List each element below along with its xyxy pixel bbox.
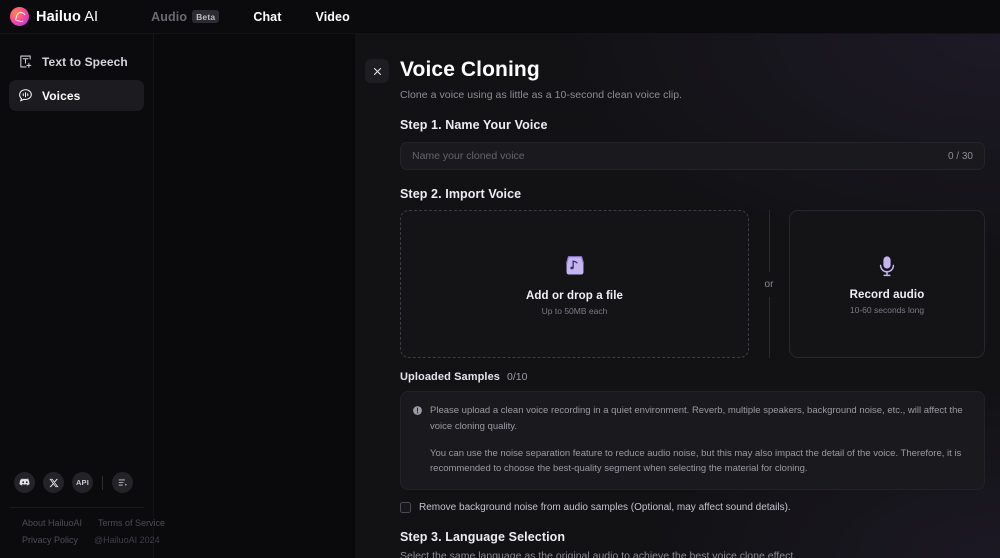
sidebar-footer: API About HailuoAI Terms of Service Priv… [0, 472, 154, 558]
api-label: API [76, 478, 89, 487]
page-title: Voice Cloning [400, 58, 985, 82]
notice-first-line: Please upload a clean voice recording in… [412, 403, 971, 434]
legal-links-row-2: Privacy Policy @HailuoAI 2024 [10, 535, 144, 545]
or-line-top [769, 210, 770, 272]
social-links: API [10, 472, 144, 507]
legal-links-row-1: About HailuoAI Terms of Service [10, 518, 144, 528]
remove-noise-row[interactable]: Remove background noise from audio sampl… [400, 502, 985, 513]
uploaded-samples-label: Uploaded Samples [400, 371, 500, 383]
text-to-speech-icon [18, 54, 33, 69]
sidebar-item-text-to-speech-label: Text to Speech [42, 55, 128, 69]
hailuo-logo-icon [10, 7, 29, 26]
terms-of-service-link[interactable]: Terms of Service [98, 518, 165, 528]
brand-logo[interactable]: Hailuo AI [10, 7, 98, 26]
footer-divider [10, 507, 144, 508]
x-twitter-button[interactable] [43, 472, 64, 493]
voices-icon [18, 88, 33, 103]
sidebar-items: Text to Speech Voices [0, 34, 153, 111]
or-separator: or [749, 210, 789, 358]
uploaded-samples-count: 0/10 [507, 371, 527, 383]
voice-name-input[interactable] [412, 150, 948, 162]
record-audio-zone[interactable]: Record audio 10-60 seconds long [789, 210, 985, 358]
x-twitter-icon [49, 478, 59, 488]
file-dropzone[interactable]: Add or drop a file Up to 50MB each [400, 210, 749, 358]
list-menu-icon [117, 477, 128, 488]
nav-item-chat-label: Chat [253, 10, 281, 24]
discord-icon [19, 477, 31, 489]
voice-name-field[interactable]: 0 / 30 [400, 142, 985, 170]
record-title: Record audio [850, 289, 925, 301]
import-voice-row: Add or drop a file Up to 50MB each or Re… [400, 210, 985, 358]
voice-cloning-panel: Voice Cloning Clone a voice using as lit… [355, 34, 1000, 558]
copyright-text: @HailuoAI 2024 [94, 535, 160, 545]
nav-item-video[interactable]: Video [299, 10, 367, 24]
nav-item-audio-label: Audio [151, 10, 187, 24]
list-menu-button[interactable] [112, 472, 133, 493]
or-line-bottom [769, 297, 770, 359]
close-icon [372, 66, 383, 77]
step3-note: Select the same language as the original… [400, 550, 985, 558]
top-navigation-bar: Hailuo AI Audio Beta Chat Video [0, 0, 1000, 34]
privacy-policy-link[interactable]: Privacy Policy [22, 535, 78, 545]
dropzone-hint: Up to 50MB each [542, 306, 608, 316]
nav-item-video-label: Video [316, 10, 350, 24]
upload-tray-music-icon [562, 253, 588, 279]
dropzone-title: Add or drop a file [526, 290, 623, 302]
char-counter: 0 / 30 [948, 151, 973, 162]
page-subtitle: Clone a voice using as little as a 10-se… [400, 89, 985, 101]
sidebar-item-voices[interactable]: Voices [9, 80, 144, 111]
step2-heading: Step 2. Import Voice [400, 187, 985, 201]
sidebar-item-voices-label: Voices [42, 89, 80, 103]
info-icon [412, 405, 423, 416]
discord-button[interactable] [14, 472, 35, 493]
close-button[interactable] [365, 59, 389, 83]
uploaded-samples-row: Uploaded Samples 0/10 [400, 371, 985, 383]
sidebar: Text to Speech Voices API [0, 34, 154, 558]
sidebar-item-text-to-speech[interactable]: Text to Speech [9, 46, 144, 77]
microphone-icon [875, 254, 899, 278]
remove-noise-checkbox[interactable] [400, 502, 411, 513]
api-button[interactable]: API [72, 472, 93, 493]
notice-paragraph-2: You can use the noise separation feature… [412, 446, 971, 477]
brand-name-main: Hailuo [36, 9, 81, 25]
remove-noise-label: Remove background noise from audio sampl… [419, 502, 791, 513]
panel-content: Voice Cloning Clone a voice using as lit… [355, 34, 1000, 558]
or-label: or [765, 272, 774, 297]
notice-paragraph-1: Please upload a clean voice recording in… [430, 403, 971, 434]
record-hint: 10-60 seconds long [850, 305, 924, 315]
brand-name-suffix: AI [81, 9, 98, 25]
about-hailuoai-link[interactable]: About HailuoAI [22, 518, 82, 528]
nav-item-audio[interactable]: Audio Beta [134, 10, 236, 24]
step3-heading: Step 3. Language Selection [400, 530, 985, 544]
nav-items: Audio Beta Chat Video [134, 10, 367, 24]
step1-heading: Step 1. Name Your Voice [400, 118, 985, 132]
brand-name: Hailuo AI [36, 9, 98, 25]
nav-item-chat[interactable]: Chat [236, 10, 298, 24]
beta-badge: Beta [192, 10, 219, 23]
upload-notice: Please upload a clean voice recording in… [400, 391, 985, 490]
social-divider [102, 476, 103, 490]
